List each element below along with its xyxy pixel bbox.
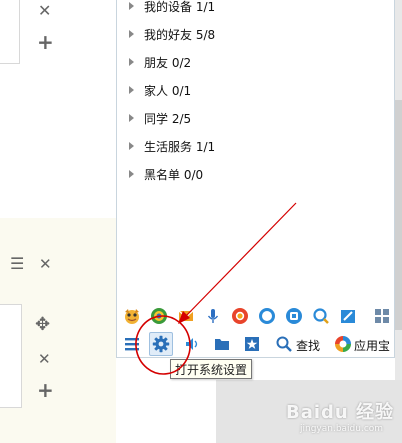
expand-arrow-icon [129,170,134,178]
close-icon[interactable]: ✕ [39,257,52,272]
plus-icon[interactable]: + [37,380,54,400]
group-label: 家人 0/1 [144,83,192,98]
app-store-icon[interactable] [334,335,352,353]
group-blacklist[interactable]: 黑名单 0/0 [117,164,203,184]
system-settings-button[interactable] [149,332,173,356]
background-scrollbar[interactable] [395,100,402,330]
edit-icon[interactable] [339,307,357,325]
list-icon[interactable]: ☰ [10,256,24,272]
search-icon[interactable] [275,335,293,353]
close-icon[interactable]: ✕ [38,352,51,367]
browser-icon[interactable] [231,307,249,325]
app-icons-toolbar [117,303,394,329]
baidu-watermark: Baidu 经验 [286,402,395,423]
expand-arrow-icon [129,142,134,150]
group-label: 生活服务 1/1 [144,139,216,154]
expand-arrow-icon [129,86,134,94]
tencent-icon[interactable] [285,307,303,325]
group-label: 朋友 0/2 [144,55,192,70]
expand-arrow-icon [129,58,134,66]
plus-icon[interactable]: + [37,32,54,52]
group-label: 我的设备 1/1 [144,0,216,14]
mic-icon[interactable] [204,307,222,325]
folder-icon[interactable] [213,335,231,353]
expand-arrow-icon [129,114,134,122]
search-app-icon[interactable] [312,307,330,325]
grid-icon[interactable] [373,307,391,325]
group-my-devices[interactable]: 我的设备 1/1 [117,0,215,16]
settings-tooltip: 打开系统设置 [170,359,253,379]
qq-main-panel: 我的设备 1/1 我的好友 5/8 朋友 0/2 家人 0/1 同学 2/5 生… [116,0,395,358]
ring-icon[interactable] [258,307,276,325]
group-classmates[interactable]: 同学 2/5 [117,108,191,128]
expand-arrow-icon [129,2,134,10]
app-store-label[interactable]: 应用宝 [354,337,390,354]
pet-icon[interactable] [123,307,141,325]
group-label: 我的好友 5/8 [144,27,216,42]
group-life-services[interactable]: 生活服务 1/1 [117,136,215,156]
group-label: 同学 2/5 [144,111,192,126]
background-panel-top [0,0,20,64]
qzone-icon[interactable] [150,307,168,325]
close-icon[interactable]: ✕ [38,3,51,19]
move-icon[interactable]: ✥ [35,316,50,334]
star-icon[interactable] [243,335,261,353]
mail-icon[interactable] [177,307,195,325]
group-friends[interactable]: 朋友 0/2 [117,52,191,72]
expand-arrow-icon [129,30,134,38]
background-panel-bottom [0,304,22,408]
group-label: 黑名单 0/0 [144,167,204,182]
menu-icon[interactable] [123,335,141,353]
baidu-watermark-url: jingyan.baidu.com [300,424,384,434]
group-family[interactable]: 家人 0/1 [117,80,191,100]
group-my-friends[interactable]: 我的好友 5/8 [117,24,215,44]
gear-icon [152,335,170,356]
search-label[interactable]: 查找 [296,337,320,354]
volume-icon[interactable] [183,335,201,353]
